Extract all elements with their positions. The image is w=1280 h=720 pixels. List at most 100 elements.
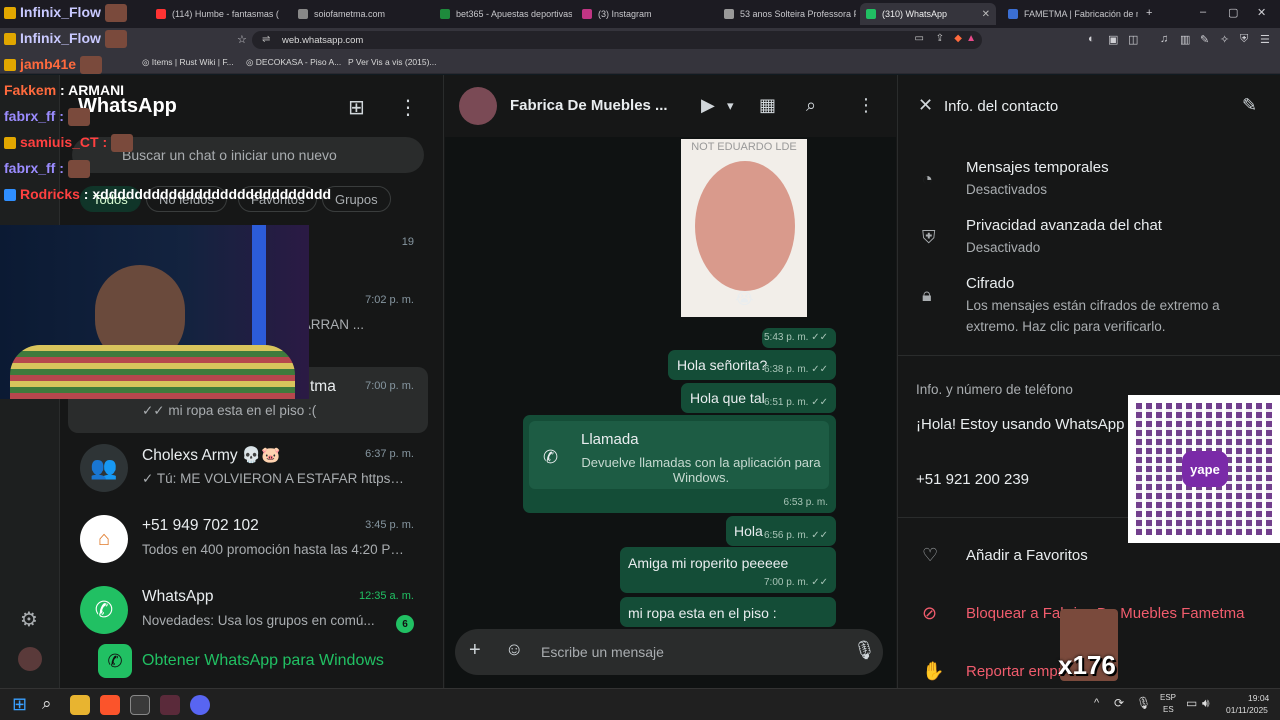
video-call-icon[interactable]: ▶ <box>701 95 715 116</box>
new-chat-icon[interactable]: ⊞ <box>348 95 365 120</box>
close-icon[interactable]: ✕ <box>918 95 933 116</box>
brave-shield-icon[interactable]: ◆ <box>954 33 962 44</box>
message-bubble[interactable]: Amiga mi roperito peeeee 7:00 p. m. ✓✓ <box>620 547 836 593</box>
more-options-icon[interactable]: ⋮ <box>857 95 875 116</box>
disappearing-messages-row[interactable]: ◔ Mensajes temporales Desactivados <box>898 153 1280 203</box>
restore-icon[interactable]: ▢ <box>1228 6 1238 19</box>
tray-chevron-icon[interactable]: ^ <box>1094 697 1099 709</box>
chat-time: 12:35 a. m. <box>358 590 414 602</box>
network-icon[interactable]: ▭ <box>1186 696 1197 710</box>
stream-chat-line: jamb41e <box>4 56 103 75</box>
rewards-icon[interactable]: ▲ <box>966 33 976 44</box>
stream-chat-line: Fakkem : ARMANI <box>4 82 125 98</box>
ai-icon[interactable]: ✧ <box>1220 33 1229 46</box>
chat-row[interactable]: ✆ WhatsApp 12:35 a. m. Novedades: Usa lo… <box>68 577 428 643</box>
capture-icon[interactable]: ◫ <box>1128 33 1138 46</box>
windows-start-icon[interactable]: ⊞ <box>12 694 27 715</box>
yape-logo: yape <box>1182 451 1228 487</box>
keyboard-layout[interactable]: ES <box>1163 705 1174 714</box>
language-indicator[interactable]: ESP <box>1160 693 1176 702</box>
tab-threads[interactable]: 53 anos Solteira Professora Pr <box>718 3 856 25</box>
more-options-icon[interactable]: ⋮ <box>398 95 418 120</box>
file-explorer-icon[interactable] <box>70 695 90 715</box>
windows-taskbar: ⊞ ⌕ ^ ⟳ 🎙 ESP ES ▭ 🔊︎ 19:04 01/11/2025 <box>0 688 1280 720</box>
chevron-down-icon[interactable]: ▾ <box>727 98 734 114</box>
edit-icon[interactable]: ✎ <box>1200 33 1209 46</box>
get-windows-app-link[interactable]: ✆ Obtener WhatsApp para Windows <box>98 641 384 681</box>
message-bubble[interactable]: mi ropa esta en el piso : <box>620 597 836 627</box>
bookmark-rust-wiki[interactable]: ◎ Items | Rust Wiki | F... <box>142 57 234 68</box>
app-icon[interactable] <box>160 695 180 715</box>
group-avatar-icon: 👥 <box>80 444 128 492</box>
share-icon[interactable]: ⇪ <box>936 33 944 44</box>
sidebar-icon[interactable]: ▥ <box>1180 33 1190 46</box>
close-window-icon[interactable]: ✕ <box>1257 6 1266 19</box>
tab-whatsapp[interactable]: (310) WhatsApp ✕ <box>860 3 996 25</box>
chat-row[interactable]: ⌂ +51 949 702 102 3:45 p. m. Todos en 40… <box>68 506 428 572</box>
vpn-icon[interactable]: ⛨ <box>1240 33 1248 46</box>
music-icon[interactable]: ♫ <box>1160 33 1168 45</box>
encryption-row[interactable]: 🔒︎ Cifrado Los mensajes están cifrados d… <box>898 269 1280 341</box>
bookmark-icon[interactable]: ☆ <box>237 33 247 46</box>
lock-icon: 🔒︎ <box>922 285 932 305</box>
tab-soiofametma[interactable]: soiofametma.com <box>292 3 430 25</box>
chat-name: WhatsApp <box>142 588 214 605</box>
message-bubble[interactable]: 5:43 p. m. ✓✓ <box>762 328 836 348</box>
tab-bet365[interactable]: bet365 - Apuestas deportivas e <box>434 3 572 25</box>
minimize-icon[interactable]: – <box>1200 6 1206 18</box>
house-logo-avatar: ⌂ <box>80 515 128 563</box>
message-input[interactable]: Escribe un mensaje <box>541 644 664 660</box>
missed-call-card[interactable]: ✆ Llamada Devuelve llamadas con la aplic… <box>523 415 836 513</box>
youtube-icon <box>156 9 166 19</box>
call-info-box[interactable]: ✆ Llamada Devuelve llamadas con la aplic… <box>529 421 829 489</box>
menu-icon[interactable]: ☰ <box>1260 33 1270 46</box>
contact-avatar[interactable] <box>459 87 497 125</box>
badge-icon <box>4 137 16 150</box>
message-bubble[interactable]: Hola 6:56 p. m. ✓✓ <box>726 516 836 546</box>
conversation-header[interactable]: Fabrica De Muebles ... ▶ ▾ ▦ ⌕ ⋮ <box>445 75 896 137</box>
settings-icon[interactable]: ⚙ <box>20 607 38 632</box>
refresh-icon[interactable]: ⟳ <box>1114 696 1124 710</box>
message-composer[interactable]: + ☺ Escribe un mensaje 🎙 <box>455 629 883 675</box>
screen-icon[interactable]: ▭ <box>915 33 924 44</box>
tab-instagram[interactable]: (3) Instagram <box>576 3 714 25</box>
bookmark-vis-a-vis[interactable]: P Ver Vis a vis (2015)... <box>348 57 437 67</box>
url-field[interactable]: ⇌ web.whatsapp.com ▭ ⇪ ◆ ▲ <box>252 31 982 49</box>
obs-icon[interactable] <box>130 695 150 715</box>
edit-pencil-icon[interactable]: ✎ <box>1242 95 1257 116</box>
site-settings-icon[interactable]: ⇌ <box>262 34 270 45</box>
clock-time[interactable]: 19:04 <box>1248 693 1269 703</box>
tab-youtube[interactable]: (114) Humbe - fantasmas ( <box>150 3 288 25</box>
emoji-icon[interactable]: ☺ <box>505 639 523 660</box>
tab-fametma[interactable]: FAMETMA | Fabricación de mu <box>1002 3 1138 25</box>
add-favorites-row[interactable]: ♡ Añadir a Favoritos <box>898 537 1280 577</box>
message-bubble[interactable]: Hola señorita? 6:38 p. m. ✓✓ <box>668 350 836 380</box>
message-bubble[interactable]: Hola que tal 6:51 p. m. ✓✓ <box>681 383 836 413</box>
search-icon[interactable]: ⌕ <box>42 694 52 714</box>
filter-grupos[interactable]: Grupos <box>322 186 391 212</box>
received-image[interactable]: NOT EDUARDO LDE 😭 <box>681 139 807 317</box>
threads-icon <box>724 9 734 19</box>
discord-icon[interactable] <box>190 695 210 715</box>
microphone-icon[interactable]: 🎙 <box>853 640 876 661</box>
clock-date[interactable]: 01/11/2025 <box>1226 705 1268 715</box>
conversation-panel: Fabrica De Muebles ... ▶ ▾ ▦ ⌕ ⋮ NOT EDU… <box>445 75 896 688</box>
close-tab-icon[interactable]: ✕ <box>982 9 990 20</box>
attach-plus-icon[interactable]: + <box>469 639 481 662</box>
catalog-icon[interactable]: ▦ <box>759 95 776 116</box>
advanced-privacy-row[interactable]: ⛨ Privacidad avanzada del chat Desactiva… <box>898 211 1280 261</box>
bookmark-decokasa[interactable]: ◎ DECOKASA - Piso A... <box>246 57 341 68</box>
profile-avatar[interactable] <box>18 647 42 671</box>
chat-row[interactable]: 👥 Cholexs Army 💀🐷 6:37 p. m. ✓ Tú: ME VO… <box>68 435 428 501</box>
phone-call-icon: ✆ <box>543 447 559 467</box>
extension-icon[interactable]: ▣ <box>1108 33 1118 46</box>
translate-icon[interactable]: ◐ <box>1088 33 1095 45</box>
new-tab-icon[interactable]: + <box>1146 7 1152 19</box>
chat-time: 7:02 p. m. <box>365 294 414 306</box>
contact-name: Fabrica De Muebles ... <box>510 97 668 114</box>
search-icon[interactable]: ⌕ <box>806 95 816 116</box>
volume-icon[interactable]: 🔊︎ <box>1202 696 1210 711</box>
microphone-icon[interactable]: 🎙 <box>1136 696 1151 710</box>
brave-browser-icon[interactable] <box>100 695 120 715</box>
emote-icon <box>104 30 127 49</box>
